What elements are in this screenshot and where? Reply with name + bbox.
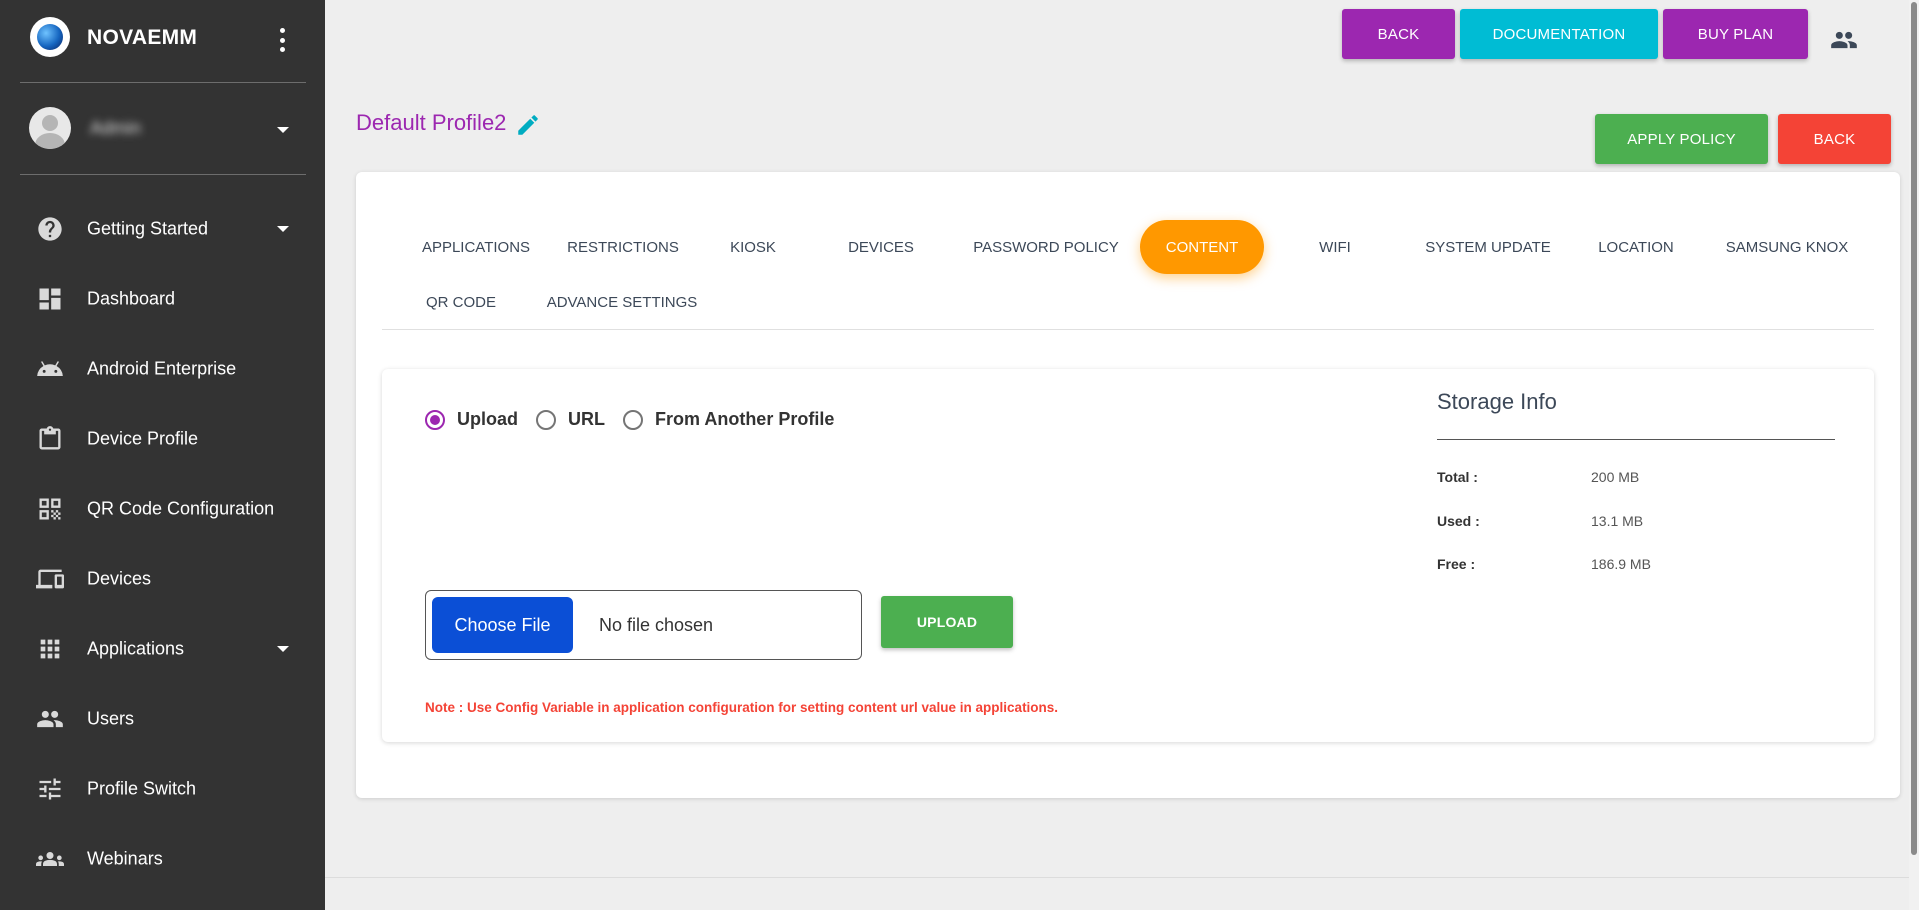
sidebar-item-android-enterprise[interactable]: Android Enterprise bbox=[0, 334, 325, 404]
caret-down-icon bbox=[277, 127, 289, 133]
sidebar-item-profile-switch[interactable]: Profile Switch bbox=[0, 754, 325, 824]
sidebar-item-label: QR Code Configuration bbox=[87, 498, 275, 519]
radio-label: From Another Profile bbox=[655, 409, 835, 429]
sidebar-item-label: Users bbox=[87, 708, 135, 729]
radio-label: Upload bbox=[457, 409, 518, 429]
tab-location[interactable]: LOCATION bbox=[1576, 220, 1696, 274]
sidebar-item-dashboard[interactable]: Dashboard bbox=[0, 264, 325, 334]
groups-icon bbox=[36, 845, 64, 873]
radio-label: URL bbox=[568, 409, 605, 429]
people-icon bbox=[36, 705, 64, 733]
tab-restrictions[interactable]: RESTRICTIONS bbox=[553, 220, 693, 274]
tab-qr-code[interactable]: QR CODE bbox=[406, 275, 516, 329]
sidebar-item-qr-code-configuration[interactable]: QR Code Configuration bbox=[0, 474, 325, 544]
sidebar-item-label: Device Profile bbox=[87, 428, 199, 449]
sidebar-item-label: Webinars bbox=[87, 848, 163, 869]
help-circle-icon bbox=[36, 215, 64, 243]
storage-key: Free : bbox=[1437, 556, 1476, 572]
sidebar-item-label: Android Enterprise bbox=[87, 358, 237, 379]
buy-plan-button[interactable]: BUY PLAN bbox=[1663, 9, 1808, 59]
sidebar-item-label: Devices bbox=[87, 568, 152, 589]
sidebar-item-device-profile[interactable]: Device Profile bbox=[0, 404, 325, 474]
radio-upload[interactable]: Upload bbox=[425, 409, 518, 430]
sidebar: NOVAEMM Admin Getting Started Dashboard … bbox=[0, 0, 325, 910]
more-vert-icon[interactable] bbox=[272, 28, 292, 52]
sidebar-item-label: Dashboard bbox=[87, 288, 176, 309]
sidebar-divider bbox=[20, 82, 306, 83]
radio-checked-icon[interactable] bbox=[425, 409, 445, 430]
edit-pencil-icon[interactable] bbox=[515, 112, 541, 138]
tabs-divider bbox=[382, 329, 1874, 330]
footer-divider bbox=[325, 877, 1919, 878]
user-name: Admin bbox=[90, 118, 142, 138]
profile-card: APPLICATIONS RESTRICTIONS KIOSK DEVICES … bbox=[356, 172, 1900, 798]
sidebar-item-users[interactable]: Users bbox=[0, 684, 325, 754]
storage-row-free: Free : 186.9 MB bbox=[1437, 556, 1837, 576]
tab-samsung-knox[interactable]: SAMSUNG KNOX bbox=[1702, 220, 1872, 274]
tab-wifi[interactable]: WIFI bbox=[1280, 220, 1390, 274]
storage-value: 13.1 MB bbox=[1591, 513, 1644, 529]
storage-title: Storage Info bbox=[1437, 389, 1557, 414]
devices-icon bbox=[36, 565, 64, 593]
storage-key: Used : bbox=[1437, 513, 1480, 529]
sidebar-item-label: Getting Started bbox=[87, 218, 209, 239]
file-status-text: No file chosen bbox=[599, 615, 714, 635]
choose-file-button[interactable]: Choose File bbox=[432, 597, 573, 653]
apps-grid-icon bbox=[36, 635, 64, 663]
dashboard-icon bbox=[36, 285, 64, 313]
radio-unchecked-icon[interactable] bbox=[536, 409, 556, 430]
sidebar-item-getting-started[interactable]: Getting Started bbox=[0, 194, 325, 264]
scrollbar-thumb[interactable] bbox=[1911, 2, 1917, 855]
config-note: Note : Use Config Variable in applicatio… bbox=[425, 700, 1059, 715]
file-input[interactable]: Choose File No file chosen bbox=[425, 590, 862, 660]
brand-logo[interactable] bbox=[30, 17, 70, 57]
tab-devices[interactable]: DEVICES bbox=[824, 220, 938, 274]
tab-password-policy[interactable]: PASSWORD POLICY bbox=[956, 220, 1136, 274]
tab-content[interactable]: CONTENT bbox=[1140, 220, 1264, 274]
avatar bbox=[29, 107, 71, 149]
storage-row-total: Total : 200 MB bbox=[1437, 469, 1837, 489]
android-icon bbox=[36, 355, 64, 383]
radio-from-another-profile[interactable]: From Another Profile bbox=[623, 409, 834, 430]
brand: NOVAEMM bbox=[0, 0, 325, 80]
tab-kiosk[interactable]: KIOSK bbox=[698, 220, 808, 274]
clipboard-icon bbox=[36, 425, 64, 453]
brand-name[interactable]: NOVAEMM bbox=[87, 26, 197, 50]
account-people-icon[interactable] bbox=[1830, 26, 1858, 54]
tune-icon bbox=[36, 775, 64, 803]
tab-system-update[interactable]: SYSTEM UPDATE bbox=[1408, 220, 1568, 274]
sidebar-divider bbox=[20, 174, 306, 175]
storage-row-used: Used : 13.1 MB bbox=[1437, 513, 1837, 533]
caret-down-icon bbox=[277, 226, 289, 232]
tab-advance-settings[interactable]: ADVANCE SETTINGS bbox=[532, 275, 712, 329]
page-scrollbar[interactable] bbox=[1909, 0, 1919, 910]
sidebar-item-devices[interactable]: Devices bbox=[0, 544, 325, 614]
sidebar-item-label: Applications bbox=[87, 638, 185, 659]
user-menu[interactable]: Admin bbox=[0, 100, 325, 160]
radio-unchecked-icon[interactable] bbox=[623, 409, 643, 430]
page-title: Default Profile2 bbox=[356, 110, 507, 135]
sidebar-nav: Getting Started Dashboard Android Enterp… bbox=[0, 194, 325, 894]
apply-policy-button[interactable]: APPLY POLICY bbox=[1595, 114, 1768, 164]
upload-button[interactable]: UPLOAD bbox=[881, 596, 1013, 648]
content-panel: Upload URL From Another Profile Choose F… bbox=[382, 369, 1874, 742]
storage-value: 186.9 MB bbox=[1591, 556, 1651, 572]
storage-key: Total : bbox=[1437, 469, 1478, 485]
qr-code-icon bbox=[36, 495, 64, 523]
header-back-button[interactable]: BACK bbox=[1342, 9, 1455, 59]
sidebar-item-label: Profile Switch bbox=[87, 778, 197, 799]
documentation-button[interactable]: DOCUMENTATION bbox=[1460, 9, 1658, 59]
page-back-button[interactable]: BACK bbox=[1778, 114, 1891, 164]
content-source-radio-group: Upload URL From Another Profile bbox=[425, 409, 852, 430]
caret-down-icon bbox=[277, 646, 289, 652]
tab-applications[interactable]: APPLICATIONS bbox=[406, 220, 546, 274]
radio-url[interactable]: URL bbox=[536, 409, 605, 430]
sidebar-item-webinars[interactable]: Webinars bbox=[0, 824, 325, 894]
storage-divider bbox=[1437, 439, 1835, 440]
storage-value: 200 MB bbox=[1591, 469, 1640, 485]
sidebar-item-applications[interactable]: Applications bbox=[0, 614, 325, 684]
